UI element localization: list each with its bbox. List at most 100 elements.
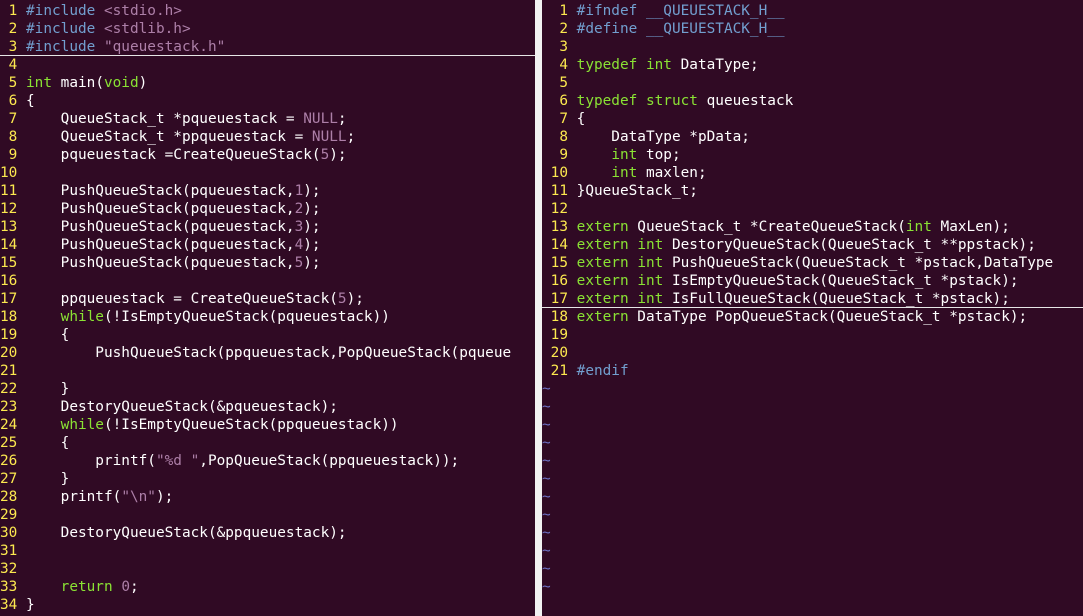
- code-line[interactable]: 20 PushQueueStack(ppqueuestack,PopQueueS…: [0, 344, 535, 362]
- code-line[interactable]: 8 DataType *pData;: [542, 128, 1083, 146]
- constant-literal: 5: [294, 255, 304, 271]
- keyword-token: while: [60, 309, 104, 325]
- code-line[interactable]: 8 QueueStack_t *ppqueuestack = NULL;: [0, 128, 535, 146]
- left-editor-pane[interactable]: 1 #include <stdio.h> 2 #include <stdlib.…: [0, 2, 535, 616]
- code-line[interactable]: 33 return 0;: [0, 578, 535, 596]
- code-text: MaxLen);: [931, 219, 1010, 235]
- type-token: extern: [576, 255, 629, 271]
- code-line[interactable]: 2 #define __QUEUESTACK_H__: [542, 20, 1083, 38]
- code-line[interactable]: 3 #include "queuestack.h": [0, 38, 535, 56]
- string-literal: <stdio.h>: [103, 3, 182, 19]
- line-number: 17: [542, 291, 577, 307]
- empty-buffer-line: ~: [542, 416, 1083, 434]
- code-text: printf(: [26, 453, 156, 469]
- right-editor-pane[interactable]: 1 #ifndef __QUEUESTACK_H__ 2 #define __Q…: [542, 2, 1083, 616]
- code-line[interactable]: 19 {: [0, 326, 535, 344]
- empty-buffer-line: ~: [542, 398, 1083, 416]
- line-number: 20: [0, 345, 26, 361]
- code-line[interactable]: 7 QueueStack_t *pqueuestack = NULL;: [0, 110, 535, 128]
- code-line[interactable]: 15 PushQueueStack(pqueuestack,5);: [0, 254, 535, 272]
- preprocessor-token: #endif: [576, 363, 629, 379]
- code-line[interactable]: 3: [542, 38, 1083, 56]
- code-line[interactable]: 6 {: [0, 92, 535, 110]
- code-line[interactable]: 18 extern DataType PopQueueStack(QueueSt…: [542, 308, 1083, 326]
- line-number: 4: [0, 57, 26, 73]
- code-line[interactable]: 2 #include <stdlib.h>: [0, 20, 535, 38]
- code-text: );: [329, 147, 347, 163]
- code-line[interactable]: 5 int main(void): [0, 74, 535, 92]
- code-line[interactable]: 11 }QueueStack_t;: [542, 182, 1083, 200]
- preprocessor-token: #include: [26, 39, 104, 55]
- line-number: 29: [0, 507, 26, 523]
- code-line[interactable]: 10 int maxlen;: [542, 164, 1083, 182]
- code-text: IsEmptyQueueStack(QueueStack_t *pstack);: [663, 273, 1019, 289]
- code-text: {: [26, 435, 70, 451]
- tilde-marker: ~: [542, 417, 551, 433]
- code-line[interactable]: 7 {: [542, 110, 1083, 128]
- code-line[interactable]: 30 DestoryQueueStack(&ppqueuestack);: [0, 524, 535, 542]
- vertical-split-divider[interactable]: [535, 0, 542, 616]
- line-number: 1: [542, 3, 577, 19]
- code-line[interactable]: 29: [0, 506, 535, 524]
- code-line[interactable]: 13 extern QueueStack_t *CreateQueueStack…: [542, 218, 1083, 236]
- empty-buffer-line: ~: [542, 380, 1083, 398]
- code-text: IsFullQueueStack(QueueStack_t *pstack);: [663, 291, 1010, 307]
- code-line[interactable]: 12 PushQueueStack(pqueuestack,2);: [0, 200, 535, 218]
- code-line[interactable]: 10: [0, 164, 535, 182]
- code-line[interactable]: 17 ppqueuestack = CreateQueueStack(5);: [0, 290, 535, 308]
- type-token: int: [611, 147, 638, 163]
- code-line[interactable]: 1 #ifndef __QUEUESTACK_H__: [542, 2, 1083, 20]
- code-line[interactable]: 14 PushQueueStack(pqueuestack,4);: [0, 236, 535, 254]
- code-line[interactable]: 27 }: [0, 470, 535, 488]
- line-number: 25: [0, 435, 26, 451]
- terminal-window: 1 #include <stdio.h> 2 #include <stdlib.…: [0, 0, 1083, 616]
- code-text: PushQueueStack(pqueuestack,: [26, 237, 295, 253]
- code-line[interactable]: 34 }: [0, 596, 535, 614]
- code-line[interactable]: 23 DestoryQueueStack(&pqueuestack);: [0, 398, 535, 416]
- code-line[interactable]: 19: [542, 326, 1083, 344]
- code-line[interactable]: 25 {: [0, 434, 535, 452]
- empty-buffer-line: ~: [542, 470, 1083, 488]
- code-line[interactable]: 26 printf("%d ",PopQueueStack(ppqueuesta…: [0, 452, 535, 470]
- code-line[interactable]: 4 typedef int DataType;: [542, 56, 1083, 74]
- type-token: int: [905, 219, 932, 235]
- line-number: 10: [542, 165, 577, 181]
- code-line[interactable]: 22 }: [0, 380, 535, 398]
- code-line[interactable]: 12: [542, 200, 1083, 218]
- code-line[interactable]: 11 PushQueueStack(pqueuestack,1);: [0, 182, 535, 200]
- code-line[interactable]: 28 printf("\n");: [0, 488, 535, 506]
- code-line[interactable]: 17 extern int IsFullQueueStack(QueueStac…: [542, 290, 1083, 308]
- tilde-marker: ~: [542, 579, 551, 595]
- code-line[interactable]: 21: [0, 362, 535, 380]
- code-line[interactable]: 4: [0, 56, 535, 74]
- code-line[interactable]: 5: [542, 74, 1083, 92]
- code-line[interactable]: 9 int top;: [542, 146, 1083, 164]
- code-line[interactable]: 6 typedef struct queuestack: [542, 92, 1083, 110]
- code-line[interactable]: 31: [0, 542, 535, 560]
- line-number: 13: [0, 219, 26, 235]
- code-line[interactable]: 9 pqueuestack =CreateQueueStack(5);: [0, 146, 535, 164]
- code-line[interactable]: 20: [542, 344, 1083, 362]
- code-line[interactable]: 21 #endif: [542, 362, 1083, 380]
- string-literal: "\n": [121, 489, 156, 505]
- code-line[interactable]: 15 extern int PushQueueStack(QueueStack_…: [542, 254, 1083, 272]
- line-number: 9: [542, 147, 577, 163]
- code-line[interactable]: 14 extern int DestoryQueueStack(QueueSta…: [542, 236, 1083, 254]
- code-line[interactable]: 1 #include <stdio.h>: [0, 2, 535, 20]
- line-number: 3: [542, 39, 577, 55]
- code-line[interactable]: 32: [0, 560, 535, 578]
- code-line[interactable]: 16 extern int IsEmptyQueueStack(QueueSta…: [542, 272, 1083, 290]
- code-text: }: [26, 597, 35, 613]
- type-token: extern: [576, 219, 629, 235]
- string-literal: "queuestack.h": [103, 39, 226, 55]
- code-line[interactable]: 13 PushQueueStack(pqueuestack,3);: [0, 218, 535, 236]
- code-line[interactable]: 16: [0, 272, 535, 290]
- code-text: );: [303, 201, 321, 217]
- line-number: 21: [0, 363, 26, 379]
- code-line[interactable]: 18 while(!IsEmptyQueueStack(pqueuestack)…: [0, 308, 535, 326]
- code-line[interactable]: 24 while(!IsEmptyQueueStack(ppqueuestack…: [0, 416, 535, 434]
- code-text: DataType *pData;: [576, 129, 750, 145]
